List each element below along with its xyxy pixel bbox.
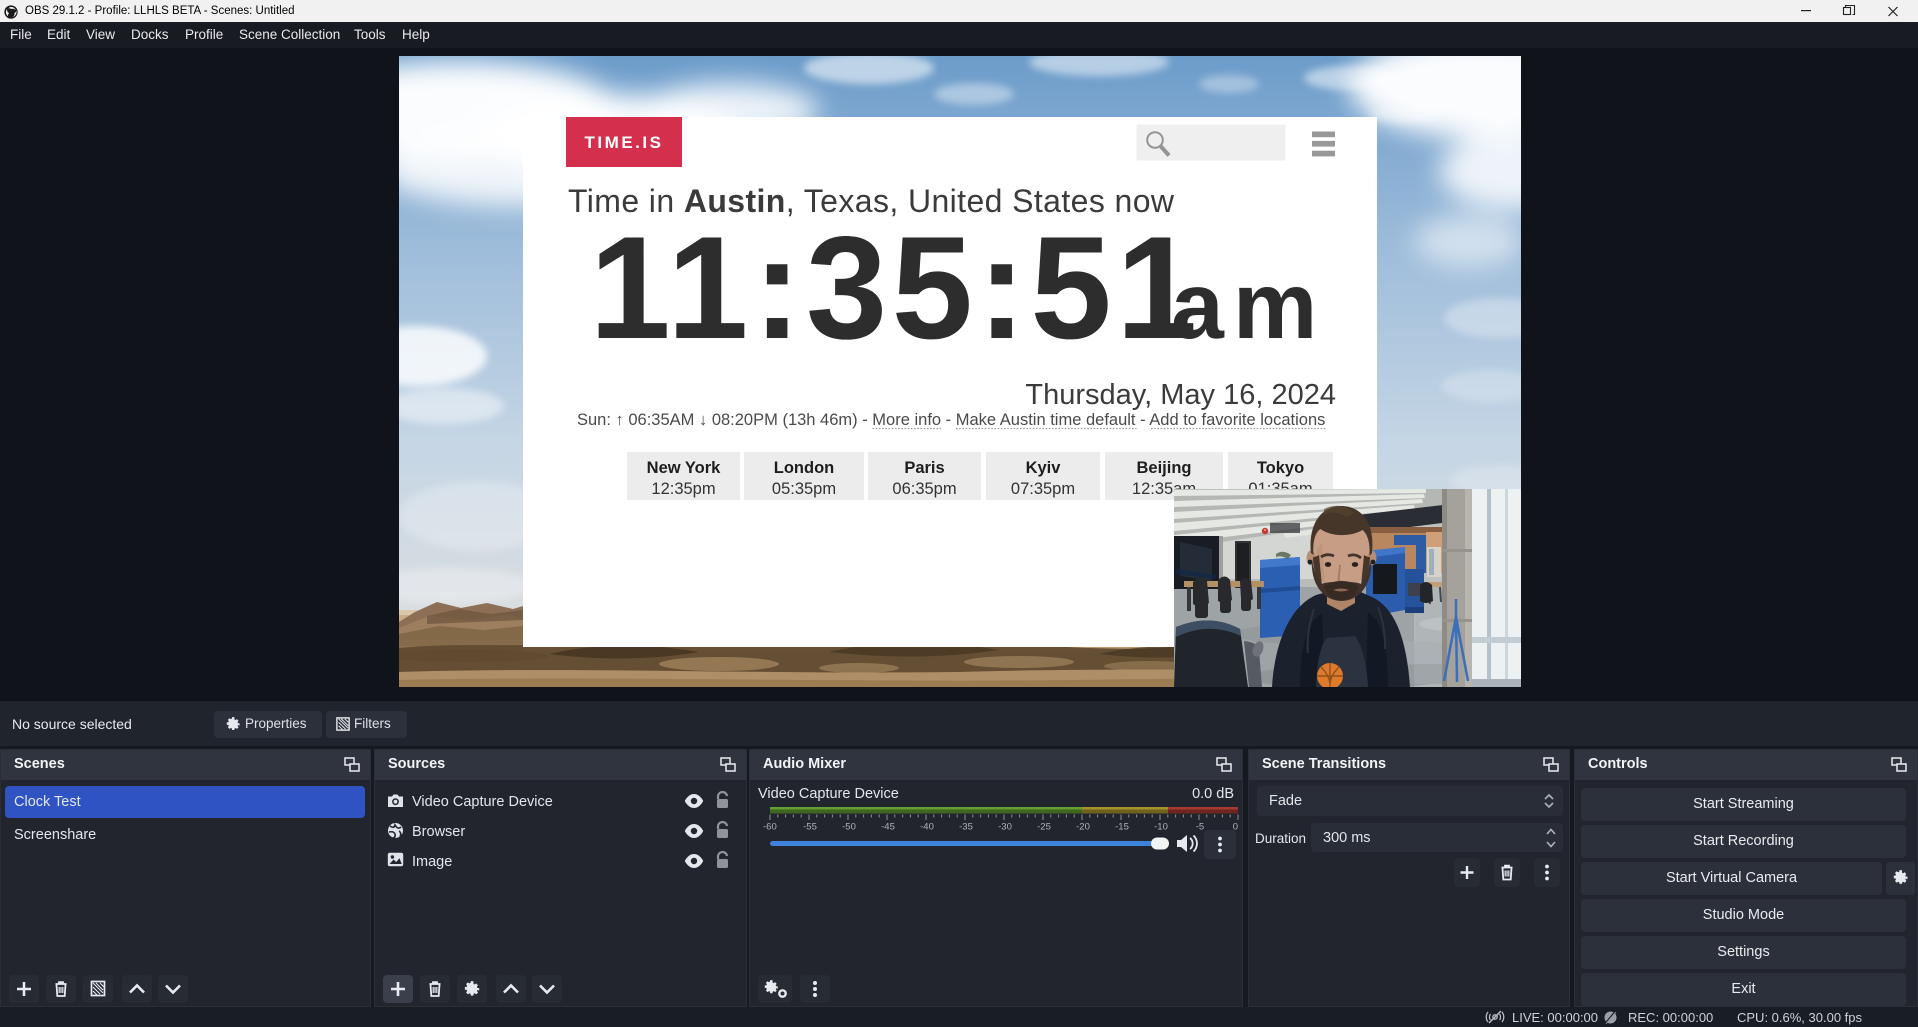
svg-text:05:35pm: 05:35pm: [772, 480, 836, 498]
svg-text:Beijing: Beijing: [1136, 459, 1191, 477]
svg-text:New York: New York: [647, 459, 721, 477]
svg-text:Sun: ↑ 06:35AM ↓ 08:20PM (13h: Sun: ↑ 06:35AM ↓ 08:20PM (13h 46m) - Mor…: [577, 411, 1325, 429]
svg-text:Thursday, May 16, 2024: Thursday, May 16, 2024: [1025, 379, 1336, 411]
svg-text:Paris: Paris: [904, 459, 944, 477]
svg-text:07:35pm: 07:35pm: [1011, 480, 1075, 498]
svg-text:Kyiv: Kyiv: [1026, 459, 1062, 477]
svg-text:12:35pm: 12:35pm: [651, 480, 715, 498]
svg-text:am: am: [1171, 253, 1326, 359]
svg-text:11:35:51: 11:35:51: [590, 206, 1202, 369]
svg-text:TIME.IS: TIME.IS: [585, 133, 664, 152]
svg-text:Tokyo: Tokyo: [1257, 459, 1304, 477]
svg-text:06:35pm: 06:35pm: [892, 480, 956, 498]
svg-text:London: London: [774, 459, 834, 477]
